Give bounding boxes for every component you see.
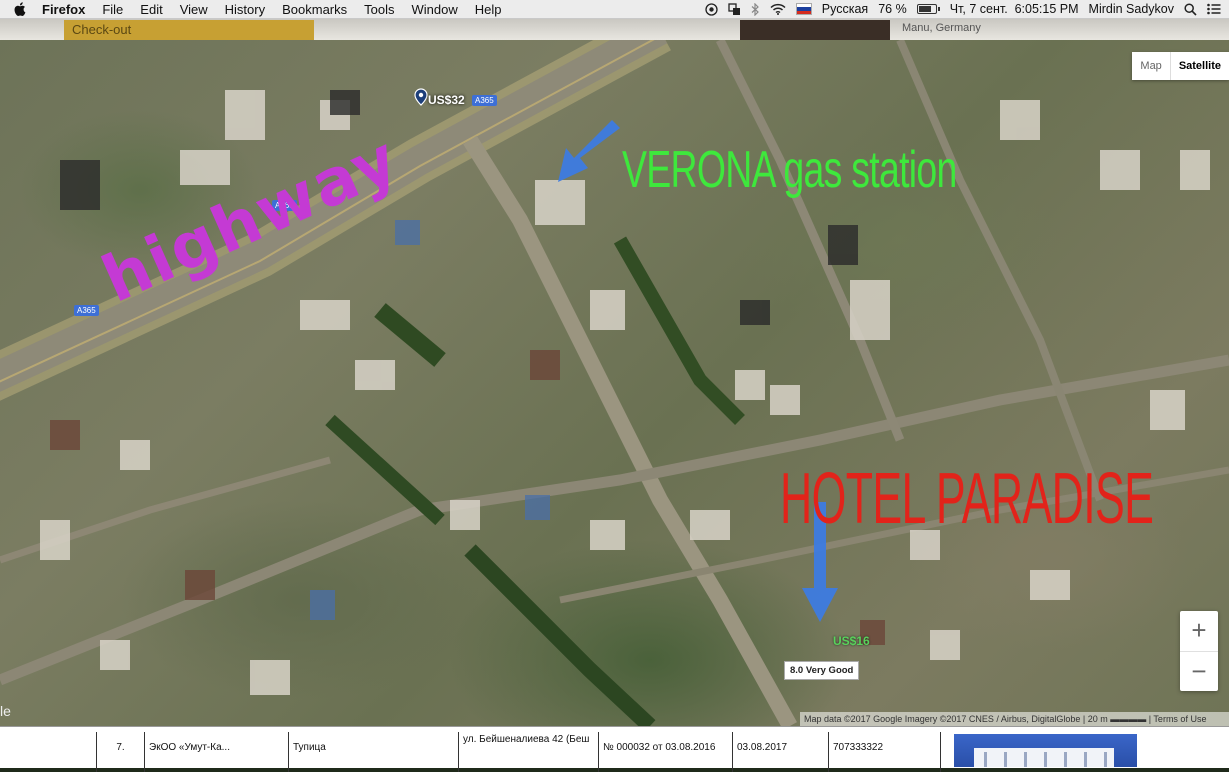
building-photo bbox=[954, 734, 1137, 767]
user-name[interactable]: Mirdin Sadykov bbox=[1089, 2, 1174, 16]
menu-file[interactable]: File bbox=[102, 2, 123, 17]
menu-view[interactable]: View bbox=[180, 2, 208, 17]
clock[interactable]: Чт, 7 сент. 6:05:15 PM bbox=[950, 2, 1079, 16]
road-label: A365 bbox=[472, 95, 497, 106]
russian-flag-icon[interactable] bbox=[795, 3, 812, 15]
menu-help[interactable]: Help bbox=[475, 2, 502, 17]
menu-window[interactable]: Window bbox=[412, 2, 458, 17]
notification-center-icon[interactable] bbox=[1207, 3, 1221, 15]
map-type-toggle: Map Satellite bbox=[1132, 52, 1229, 80]
satellite-view-button[interactable]: Satellite bbox=[1171, 52, 1229, 80]
zoom-out-button[interactable]: − bbox=[1180, 652, 1218, 692]
zoom-control: + − bbox=[1180, 611, 1218, 691]
map-pin-icon[interactable] bbox=[414, 88, 428, 109]
table-cell-address: ул. Бейшеналиева 42 (Беш bbox=[459, 732, 599, 772]
annotation-hotel: HOTEL PARADISE bbox=[780, 459, 1154, 539]
menu-bookmarks[interactable]: Bookmarks bbox=[282, 2, 347, 17]
table-cell-number: 7. bbox=[97, 732, 145, 772]
annotation-gas-station: VERONA gas station bbox=[622, 141, 957, 199]
map-edge-text: le bbox=[0, 703, 11, 719]
satellite-map[interactable]: A365 A365 A365 VERONA gas station HOTEL … bbox=[0, 40, 1229, 726]
table-cell-phone: 707333322 bbox=[829, 732, 941, 772]
apple-menu-icon[interactable] bbox=[14, 2, 30, 16]
input-language-label[interactable]: Русская bbox=[822, 2, 868, 16]
table-cell-name: Тупица bbox=[289, 732, 459, 772]
wifi-icon[interactable] bbox=[770, 3, 786, 15]
menu-edit[interactable]: Edit bbox=[140, 2, 162, 17]
map-attribution[interactable]: Map data ©2017 Google Imagery ©2017 CNES… bbox=[800, 712, 1229, 726]
hotel-rating-tooltip[interactable]: 8.0 Very Good bbox=[784, 661, 860, 680]
battery-icon[interactable] bbox=[916, 4, 940, 14]
menu-history[interactable]: History bbox=[225, 2, 265, 17]
macos-menubar: Firefox File Edit View History Bookmarks… bbox=[0, 0, 1229, 19]
satellite-imagery bbox=[0, 40, 1229, 726]
record-icon[interactable] bbox=[705, 2, 718, 16]
checkout-bar[interactable]: Check-out bbox=[64, 20, 314, 40]
hotel-price-marker[interactable]: US$16 bbox=[833, 634, 870, 648]
table-cell-license: № 000032 от 03.08.2016 bbox=[599, 732, 733, 772]
status-tray: Русская 76 % Чт, 7 сент. 6:05:15 PM Mird… bbox=[705, 0, 1221, 18]
menu-tools[interactable]: Tools bbox=[364, 2, 394, 17]
zoom-in-button[interactable]: + bbox=[1180, 611, 1218, 652]
bluetooth-icon[interactable] bbox=[751, 2, 760, 16]
header-photo-strip bbox=[740, 20, 890, 40]
battery-percent[interactable]: 76 % bbox=[878, 2, 907, 16]
table-cell-organization: ЭкОО «Умут-Ка... bbox=[145, 732, 289, 772]
menu-app-name[interactable]: Firefox bbox=[42, 2, 85, 17]
hotel-price-marker[interactable]: US$32 bbox=[428, 93, 465, 107]
table-cell-date: 03.08.2017 bbox=[733, 732, 829, 772]
spotlight-search-icon[interactable] bbox=[1184, 2, 1197, 16]
place-text: Manu, Germany bbox=[902, 22, 981, 34]
map-view-button[interactable]: Map bbox=[1132, 52, 1171, 80]
table-row: 7. ЭкОО «Умут-Ка... Тупица ул. Бейшенали… bbox=[96, 732, 941, 772]
road-label: A365 bbox=[74, 305, 99, 316]
screens-icon[interactable] bbox=[728, 2, 741, 16]
